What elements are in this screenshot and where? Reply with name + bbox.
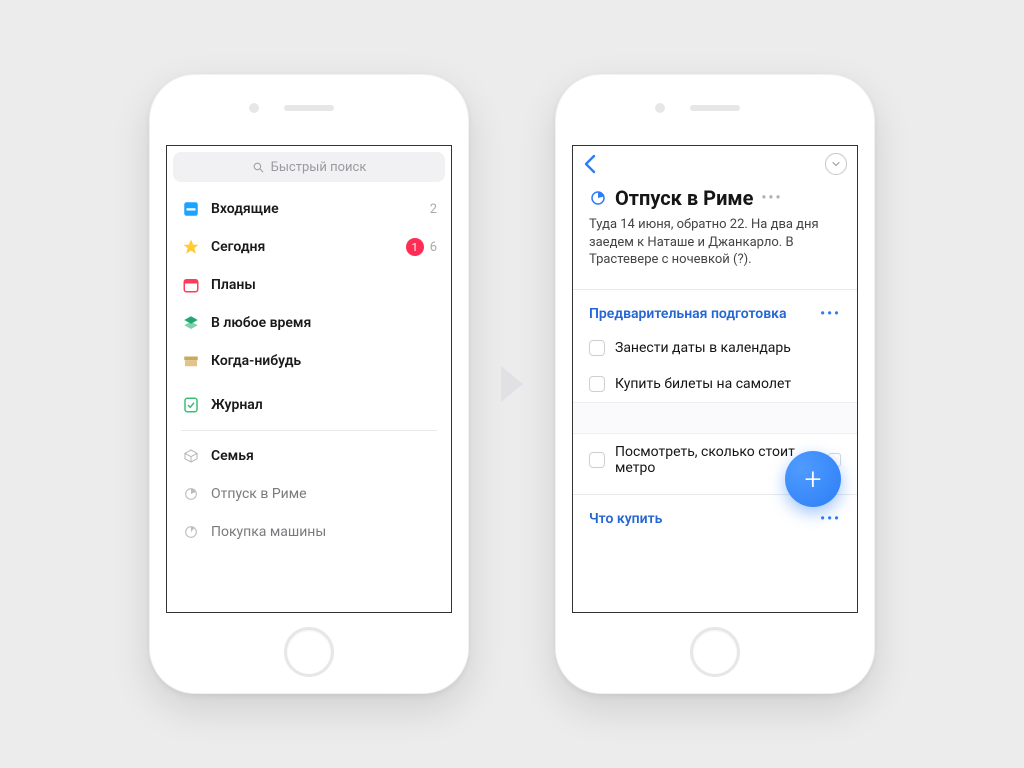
- inbox-icon: [181, 199, 201, 219]
- left-screen: Быстрый поиск Входящие 2 Сегодня 1 6: [166, 145, 452, 613]
- sidebar-item-count: 2: [430, 202, 437, 217]
- sidebar-item-upcoming[interactable]: Планы: [167, 266, 451, 304]
- project-pie-icon: [181, 484, 201, 504]
- project-label: Отпуск в Риме: [211, 486, 437, 502]
- star-icon: [181, 237, 201, 257]
- sidebar-item-inbox[interactable]: Входящие 2: [167, 190, 451, 228]
- sidebar-item-someday[interactable]: Когда-нибудь: [167, 342, 451, 380]
- area-label: Семья: [211, 448, 437, 464]
- topbar: [573, 146, 857, 182]
- task-row[interactable]: Купить билеты на самолет: [573, 366, 857, 402]
- project-label: Покупка машины: [211, 524, 437, 540]
- phone-camera: [655, 103, 665, 113]
- section-heading-label: Предварительная подготовка: [589, 306, 786, 322]
- sidebar-item-today[interactable]: Сегодня 1 6: [167, 228, 451, 266]
- project-notes[interactable]: Туда 14 июня, обратно 22. На два дня зае…: [589, 216, 841, 269]
- area-cube-icon: [181, 446, 201, 466]
- stack-icon: [181, 313, 201, 333]
- sidebar-list: Входящие 2 Сегодня 1 6 Планы: [167, 188, 451, 551]
- task-row[interactable]: Занести даты в календарь: [573, 330, 857, 366]
- section-menu-icon[interactable]: •••: [820, 511, 841, 527]
- project-header: Отпуск в Риме ••• Туда 14 июня, обратно …: [573, 182, 857, 281]
- add-task-fab[interactable]: +: [785, 451, 841, 507]
- phone-speaker: [690, 105, 740, 111]
- task-checkbox[interactable]: [589, 376, 605, 392]
- project-pie-icon: [181, 522, 201, 542]
- divider: [573, 289, 857, 290]
- task-checkbox[interactable]: [589, 452, 605, 468]
- sidebar-item-count: 6: [430, 240, 437, 255]
- plus-icon: +: [805, 462, 822, 497]
- divider: [181, 430, 437, 431]
- drop-gap: [573, 402, 857, 434]
- archive-icon: [181, 351, 201, 371]
- right-screen: Отпуск в Риме ••• Туда 14 июня, обратно …: [572, 145, 858, 613]
- section-heading-label: Что купить: [589, 511, 662, 527]
- sidebar-area-family[interactable]: Семья: [167, 437, 451, 475]
- back-chevron-icon[interactable]: [583, 154, 597, 174]
- home-button[interactable]: [284, 627, 334, 677]
- sidebar-item-logbook[interactable]: Журнал: [167, 386, 451, 424]
- sidebar-project-car[interactable]: Покупка машины: [167, 513, 451, 551]
- section-heading-prep[interactable]: Предварительная подготовка •••: [573, 298, 857, 330]
- sidebar-item-anytime[interactable]: В любое время: [167, 304, 451, 342]
- sidebar-item-label: Когда-нибудь: [211, 353, 437, 369]
- task-checkbox[interactable]: [589, 340, 605, 356]
- calendar-icon: [181, 275, 201, 295]
- sidebar-project-rome[interactable]: Отпуск в Риме: [167, 475, 451, 513]
- phone-right: Отпуск в Риме ••• Туда 14 июня, обратно …: [555, 74, 875, 694]
- complete-toggle-icon[interactable]: [825, 153, 847, 175]
- phone-speaker: [284, 105, 334, 111]
- home-button[interactable]: [690, 627, 740, 677]
- sidebar-item-label: В любое время: [211, 315, 437, 331]
- sidebar-item-label: Входящие: [211, 201, 430, 217]
- section-menu-icon[interactable]: •••: [820, 306, 841, 322]
- search-placeholder: Быстрый поиск: [271, 160, 367, 175]
- arrow-between-icon: [499, 364, 525, 404]
- project-title: Отпуск в Риме: [615, 186, 753, 210]
- today-badge: 1: [406, 238, 424, 256]
- project-menu-icon[interactable]: •••: [761, 190, 782, 206]
- search-icon: [252, 161, 265, 174]
- sidebar-item-label: Сегодня: [211, 239, 406, 255]
- sidebar-item-label: Журнал: [211, 397, 437, 413]
- task-title: Купить билеты на самолет: [615, 376, 791, 392]
- section-heading-buy[interactable]: Что купить •••: [573, 503, 857, 535]
- logbook-icon: [181, 395, 201, 415]
- phone-camera: [249, 103, 259, 113]
- sidebar-item-label: Планы: [211, 277, 437, 293]
- project-progress-icon: [589, 189, 607, 207]
- task-title: Занести даты в календарь: [615, 340, 791, 356]
- search-input[interactable]: Быстрый поиск: [173, 152, 445, 182]
- phone-left: Быстрый поиск Входящие 2 Сегодня 1 6: [149, 74, 469, 694]
